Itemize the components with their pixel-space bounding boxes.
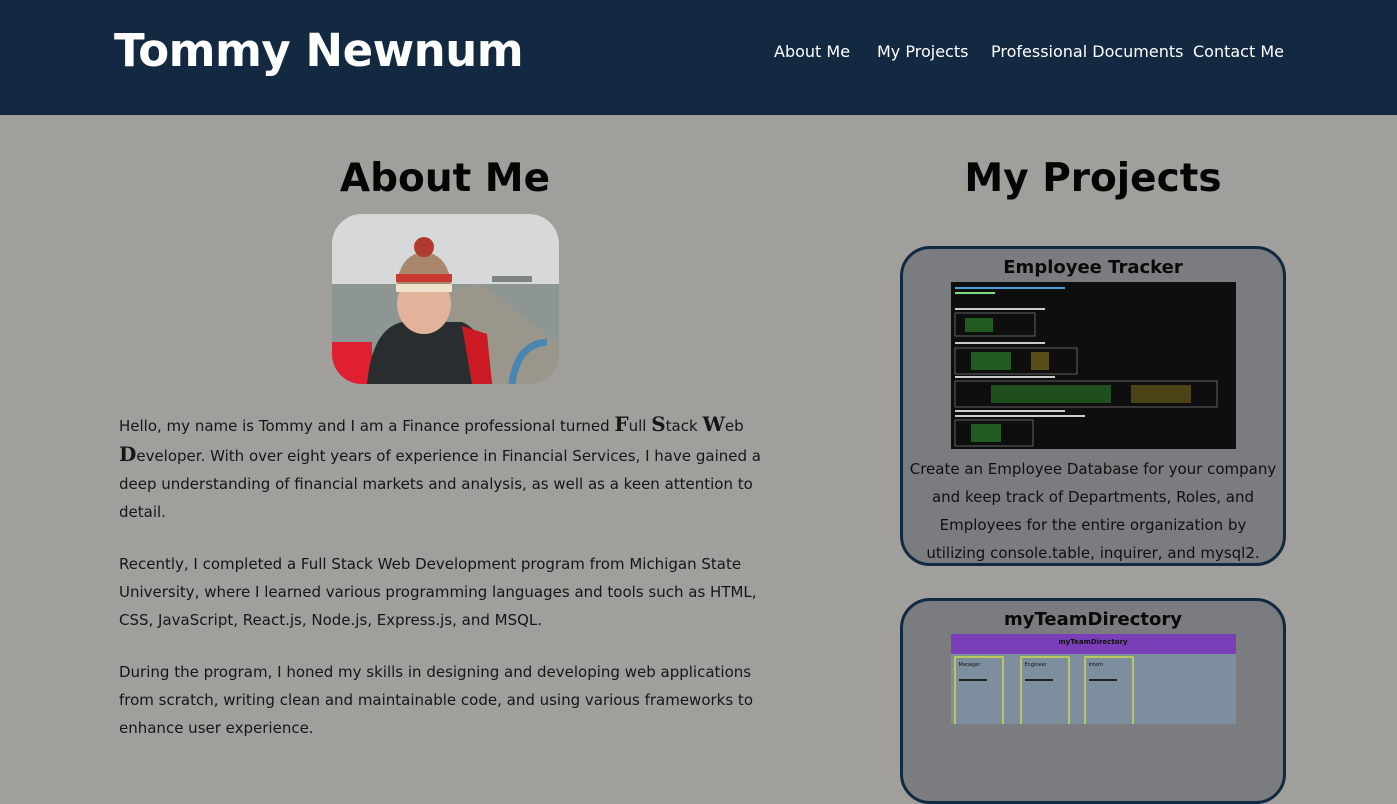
drop-letter-s: S: [651, 412, 666, 436]
my-projects-heading: My Projects: [964, 156, 1222, 201]
project-card-my-team-directory[interactable]: myTeamDirectory myTeamDirectory Manager …: [900, 598, 1286, 804]
word-eb: eb: [724, 417, 744, 435]
nav-my-projects[interactable]: My Projects: [877, 42, 968, 61]
word-eveloper: eveloper.: [136, 447, 206, 465]
team-directory-screenshot-illustration: [950, 634, 1236, 728]
project-description: Create an Employee Database for your com…: [909, 460, 1277, 562]
about-paragraph-1-rest: With over eight years of experience in F…: [119, 447, 761, 521]
project-card-employee-tracker[interactable]: Employee Tracker Create an Employee Data…: [900, 246, 1286, 566]
project-screenshot[interactable]: [950, 282, 1236, 453]
nav-professional-documents[interactable]: Professional Documents: [991, 42, 1183, 61]
drop-letter-w: W: [702, 412, 725, 436]
drop-letter-f: F: [614, 412, 629, 436]
site-header: Tommy Newnum About Me My Projects Profes…: [0, 0, 1397, 115]
drop-letter-d: D: [119, 442, 137, 466]
project-title[interactable]: Employee Tracker: [903, 257, 1283, 278]
thumb-card-engineer: Engineer: [1024, 662, 1047, 668]
word-tack: tack: [665, 417, 703, 435]
main-nav: About Me My Projects Professional Docume…: [0, 42, 1397, 64]
about-paragraph-1-intro: Hello, my name is Tommy and I am a Finan…: [119, 417, 615, 435]
project-screenshot[interactable]: myTeamDirectory Manager Engineer Intern: [950, 634, 1236, 728]
nav-contact-me[interactable]: Contact Me: [1193, 42, 1284, 61]
about-paragraph-3: During the program, I honed my skills in…: [119, 663, 753, 737]
nav-about-me[interactable]: About Me: [774, 42, 850, 61]
about-paragraph-2: Recently, I completed a Full Stack Web D…: [119, 555, 757, 629]
project-title[interactable]: myTeamDirectory: [903, 609, 1283, 630]
word-ull: ull: [628, 417, 652, 435]
thumb-header-text: myTeamDirectory: [1058, 638, 1128, 646]
about-paragraph-1: Hello, my name is Tommy and I am a Finan…: [119, 410, 779, 526]
profile-photo: [332, 214, 559, 384]
about-me-text: Hello, my name is Tommy and I am a Finan…: [119, 410, 779, 766]
terminal-screenshot-illustration: [950, 282, 1236, 449]
thumb-card-intern: Intern: [1088, 662, 1104, 668]
profile-photo-illustration: [332, 214, 559, 384]
about-me-heading: About Me: [339, 156, 551, 201]
thumb-card-manager: Manager: [958, 662, 981, 668]
